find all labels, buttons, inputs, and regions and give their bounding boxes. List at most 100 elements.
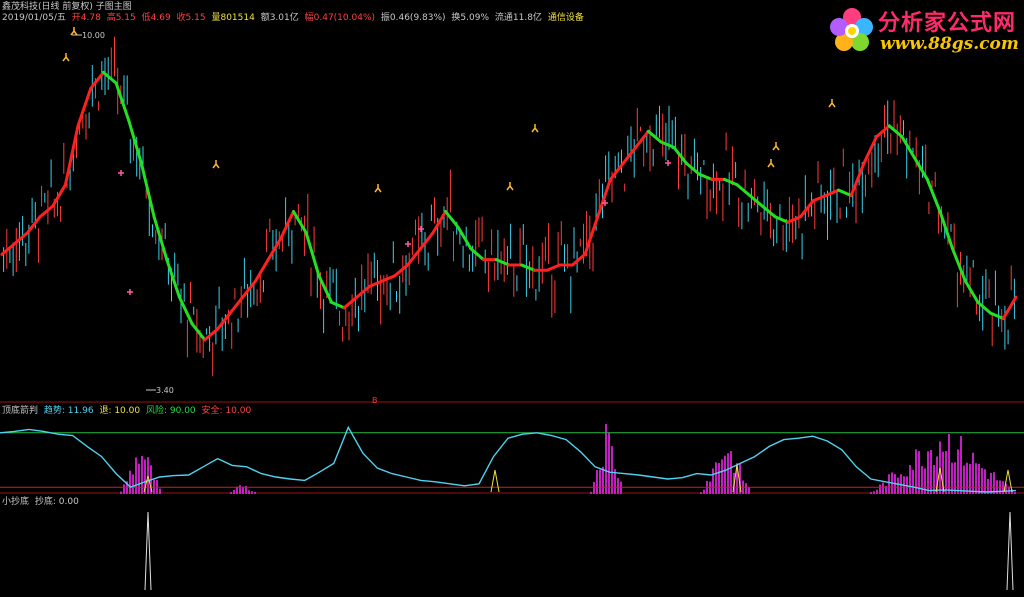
histogram-bar [951, 462, 953, 494]
histogram-bar [608, 432, 610, 494]
histogram-bar [876, 489, 878, 494]
histogram-bar [715, 462, 717, 494]
histogram-bar [721, 459, 723, 494]
histogram-bar [233, 489, 235, 494]
back-signal [490, 469, 500, 493]
panel2-legend: 顶底箭判 趋势: 11.96 退: 10.00 风险: 90.00 安全: 10… [2, 406, 254, 417]
signal-up-icon [772, 142, 780, 151]
buy-spike [1006, 511, 1014, 591]
ma-line-segment [51, 183, 67, 208]
buy-spike [144, 511, 152, 591]
histogram-bar [129, 470, 131, 494]
histogram-bar [602, 466, 604, 494]
change-label: 幅0.47(10.04%) [304, 13, 376, 23]
histogram-bar [978, 463, 980, 494]
chart-canvas[interactable] [0, 0, 1024, 593]
histogram-bar [123, 484, 125, 494]
logo-text: 分析家公式网 [878, 11, 1017, 36]
histogram-bar [703, 489, 705, 494]
signal-up-icon [62, 53, 70, 62]
signal-down-icon [127, 289, 133, 295]
ma-line-segment [900, 135, 917, 160]
histogram-bar [141, 456, 143, 494]
flower-logo-icon [830, 8, 873, 51]
amplitude-label: 振0.46(9.83%) [380, 13, 446, 23]
signal-up-icon [212, 160, 220, 169]
histogram-bar [132, 474, 134, 494]
amount-label: 额3.01亿 [260, 13, 299, 23]
histogram-bar [960, 436, 962, 494]
histogram-bar [870, 492, 872, 494]
panel2-name: 顶底箭判 [2, 406, 39, 416]
histogram-bar [617, 478, 619, 494]
histogram-bar [605, 423, 607, 494]
signal-down-icon [665, 160, 671, 166]
signal-up-icon [70, 27, 78, 36]
histogram-bar [963, 465, 965, 494]
open-label: 开4.78 [71, 13, 101, 23]
date-label: 2019/01/05/五 [2, 13, 66, 23]
histogram-bar [966, 462, 968, 494]
histogram-bar [909, 465, 911, 494]
ohlc-readout: 2019/01/05/五 开4.78 高5.15 低4.69 收5.15 量80… [2, 13, 587, 24]
histogram-bar [147, 457, 149, 494]
histogram-bar [990, 472, 992, 494]
volume-label: 量801514 [211, 13, 255, 23]
histogram-bar [709, 481, 711, 494]
histogram-bar [972, 452, 974, 494]
histogram-bar [727, 453, 729, 494]
high-price-label: 10.00 [82, 31, 105, 40]
histogram-bar [939, 441, 941, 494]
safe-value: 安全: 10.00 [201, 406, 252, 416]
histogram-bar [135, 457, 137, 494]
histogram-bar [248, 490, 250, 494]
histogram-bar [993, 472, 995, 494]
histogram-bar [969, 463, 971, 494]
signal-up-icon [767, 159, 775, 168]
trend-line [0, 425, 1017, 493]
histogram-bar [882, 482, 884, 494]
histogram-bar [236, 486, 238, 494]
histogram-bar [593, 482, 595, 494]
histogram-bar [948, 434, 950, 494]
histogram-bar [239, 485, 241, 494]
ma-line-segment [735, 183, 752, 197]
close-label: 收5.15 [176, 13, 206, 23]
histogram-bar [700, 492, 702, 494]
histogram-bar [984, 469, 986, 494]
histogram-bar [873, 491, 875, 494]
histogram-bar [620, 481, 622, 494]
histogram-bar [138, 463, 140, 494]
signal-up-icon [531, 124, 539, 133]
site-logo: 分析家公式网 www.88gs.com [826, 3, 1022, 59]
ma-line-segment [254, 258, 270, 283]
panel3-name: 小抄底 [2, 497, 30, 507]
histogram-bar [1014, 492, 1016, 494]
chart-stage: 鑫茂科技(日线 前复权) 子图主图 2019/01/05/五 开4.78 高5.… [0, 0, 1024, 593]
back-value: 退: 10.00 [99, 406, 141, 416]
histogram-bar [718, 462, 720, 494]
trend-value: 趋势: 11.96 [43, 406, 94, 416]
ma-line-segment [139, 161, 156, 219]
low-price-label: 3.40 [156, 386, 174, 395]
low-label: 低4.69 [141, 13, 171, 23]
histogram-bar [975, 463, 977, 494]
histogram-bar [254, 492, 256, 494]
ma-line-segment [951, 247, 967, 283]
histogram-bar [159, 488, 161, 494]
ma-line-segment [723, 177, 739, 187]
histogram-bar [242, 486, 244, 494]
ma-line-segment [330, 300, 346, 310]
ma-line-segment [190, 322, 207, 342]
signal-up-icon [506, 182, 514, 191]
float-label: 流通11.8亿 [494, 13, 542, 23]
histogram-bar [596, 470, 598, 494]
buy-value: 抄底: 0.00 [34, 497, 79, 507]
histogram-bar [897, 477, 899, 494]
histogram-bar [230, 492, 232, 494]
stock-title: 鑫茂科技(日线 前复权) 子图主图 [2, 2, 132, 12]
histogram-bar [879, 484, 881, 494]
histogram-bar [954, 462, 956, 494]
histogram-bar [748, 487, 750, 494]
histogram-bar [590, 491, 592, 494]
